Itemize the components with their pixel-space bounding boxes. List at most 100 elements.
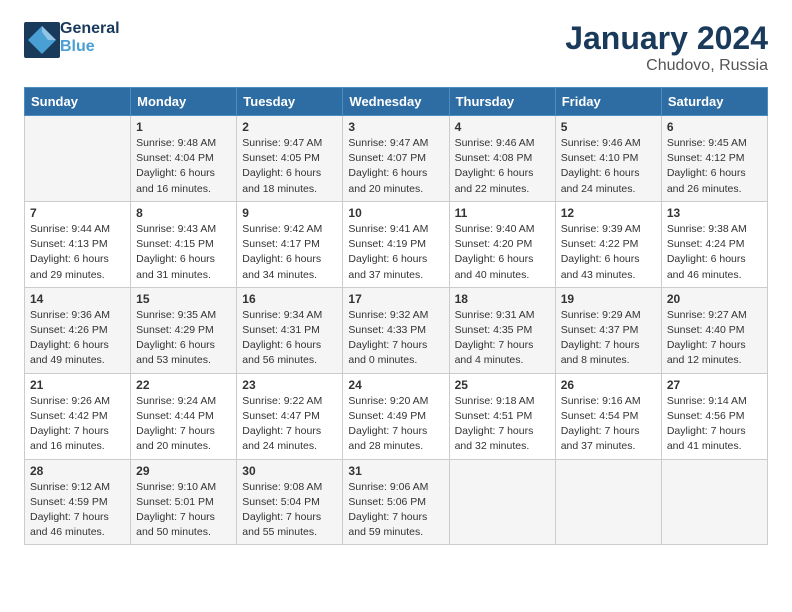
calendar-cell: 14Sunrise: 9:36 AMSunset: 4:26 PMDayligh… — [25, 287, 131, 373]
day-info: Sunrise: 9:18 AMSunset: 4:51 PMDaylight:… — [455, 394, 550, 455]
daylight-text: Daylight: 7 hours and 50 minutes. — [136, 511, 215, 538]
day-info: Sunrise: 9:26 AMSunset: 4:42 PMDaylight:… — [30, 394, 125, 455]
day-info: Sunrise: 9:10 AM Sunset: 5:01 PM Daylight:… — [136, 480, 231, 541]
sunrise-text: Sunrise: 9:48 AM — [136, 137, 216, 149]
day-info: Sunrise: 9:47 AMSunset: 4:07 PMDaylight:… — [348, 136, 443, 197]
day-info: Sunrise: 9:46 AMSunset: 4:10 PMDaylight:… — [561, 136, 656, 197]
daylight-text: Daylight: 6 hours and 22 minutes. — [455, 167, 534, 194]
calendar-cell: 1Sunrise: 9:48 AMSunset: 4:04 PMDaylight… — [131, 116, 237, 202]
sunrise-text: Sunrise: 9:22 AM — [242, 395, 322, 407]
sunrise-text: Sunrise: 9:39 AM — [561, 223, 641, 235]
day-info: Sunrise: 9:08 AMSunset: 5:04 PMDaylight:… — [242, 480, 337, 541]
day-info: Sunrise: 9:40 AMSunset: 4:20 PMDaylight:… — [455, 222, 550, 283]
calendar-cell: 10Sunrise: 9:41 AMSunset: 4:19 PMDayligh… — [343, 201, 449, 287]
col-friday: Friday — [555, 88, 661, 116]
sunrise-text: Sunrise: 9:32 AM — [348, 309, 428, 321]
calendar-table: Sunday Monday Tuesday Wednesday Thursday… — [24, 87, 768, 545]
sunrise-text: Sunrise: 9:41 AM — [348, 223, 428, 235]
sunset-text: Sunset: 4:15 PM — [136, 238, 214, 250]
sunrise-text: Sunrise: 9:46 AM — [455, 137, 535, 149]
day-number: 31 — [348, 464, 443, 478]
day-number: 28 — [30, 464, 125, 478]
sunset-text: Sunset: 4:40 PM — [667, 324, 745, 336]
day-info: Sunrise: 9:43 AMSunset: 4:15 PMDaylight:… — [136, 222, 231, 283]
day-number: 14 — [30, 292, 125, 306]
day-info: Sunrise: 9:35 AMSunset: 4:29 PMDaylight:… — [136, 308, 231, 369]
calendar-cell: 26 Sunrise: 9:16 AMSunset: 4:54 PMDayligh… — [555, 373, 661, 459]
col-thursday: Thursday — [449, 88, 555, 116]
day-info: Sunrise: 9:36 AMSunset: 4:26 PMDaylight:… — [30, 308, 125, 369]
sunset-text: Sunset: 4:10 PM — [561, 152, 639, 164]
calendar-cell: 24Sunrise: 9:20 AMSunset: 4:49 PMDayligh… — [343, 373, 449, 459]
sunrise-text: Sunrise: 9:35 AM — [136, 309, 216, 321]
day-number: 24 — [348, 378, 443, 392]
calendar-cell: 15Sunrise: 9:35 AMSunset: 4:29 PMDayligh… — [131, 287, 237, 373]
day-info: Sunrise: 9:06 AMSunset: 5:06 PMDaylight:… — [348, 480, 443, 541]
sunrise-text: Sunrise: 9:14 AM — [667, 395, 747, 407]
sunset-text: Sunset: 5:01 PM — [136, 496, 214, 508]
daylight-text: Daylight: 7 hours and 55 minutes. — [242, 511, 321, 538]
sunset-text: Sunset: 4:24 PM — [667, 238, 745, 250]
col-sunday: Sunday — [25, 88, 131, 116]
sunrise-text: Sunrise: 9:12 AM — [30, 481, 110, 493]
calendar-cell: 11Sunrise: 9:40 AMSunset: 4:20 PMDayligh… — [449, 201, 555, 287]
calendar-cell — [449, 459, 555, 545]
sunset-text: Sunset: 5:06 PM — [348, 496, 426, 508]
calendar-cell: 23Sunrise: 9:22 AMSunset: 4:47 PMDayligh… — [237, 373, 343, 459]
day-number: 23 — [242, 378, 337, 392]
daylight-text: Daylight: 7 hours and 24 minutes. — [242, 425, 321, 452]
logo: General Blue — [24, 20, 120, 55]
day-number: 19 — [561, 292, 656, 306]
sunrise-text: Sunrise: 9:44 AM — [30, 223, 110, 235]
day-info: Sunrise: 9:16 AMSunset: 4:54 PMDaylight:… — [561, 394, 656, 455]
day-number: 9 — [242, 206, 337, 220]
location: Chudovo, Russia — [565, 57, 768, 75]
day-number: 2 — [242, 120, 337, 134]
calendar-cell: 4Sunrise: 9:46 AMSunset: 4:08 PMDaylight… — [449, 116, 555, 202]
sunrise-text: Sunrise: 9:10 AM — [136, 481, 216, 493]
sunrise-text: Sunrise: 9:36 AM — [30, 309, 110, 321]
calendar-cell: 13Sunrise: 9:38 AMSunset: 4:24 PMDayligh… — [661, 201, 767, 287]
sunset-text: Sunset: 4:22 PM — [561, 238, 639, 250]
col-saturday: Saturday — [661, 88, 767, 116]
calendar-week-4: 21 Sunrise: 9:26 AMSunset: 4:42 PMDayligh… — [25, 373, 768, 459]
calendar-cell — [555, 459, 661, 545]
day-info: Sunrise: 9:45 AM Sunset: 4:12 PM Daylight:… — [667, 136, 762, 197]
logo-icon — [24, 22, 56, 54]
day-number: 27 — [667, 378, 762, 392]
daylight-text: Daylight: 6 hours and 26 minutes. — [667, 167, 746, 194]
sunrise-text: Sunrise: 9:08 AM — [242, 481, 322, 493]
sunset-text: Sunset: 4:17 PM — [242, 238, 320, 250]
sunset-text: Sunset: 4:44 PM — [136, 410, 214, 422]
sunset-text: Sunset: 4:20 PM — [455, 238, 533, 250]
sunrise-text: Sunrise: 9:45 AM — [667, 137, 747, 149]
calendar-cell: 22Sunrise: 9:24 AMSunset: 4:44 PMDayligh… — [131, 373, 237, 459]
sunset-text: Sunset: 4:12 PM — [667, 152, 745, 164]
col-monday: Monday — [131, 88, 237, 116]
sunrise-text: Sunrise: 9:47 AM — [348, 137, 428, 149]
daylight-text: Daylight: 6 hours and 46 minutes. — [667, 253, 746, 280]
sunrise-text: Sunrise: 9:46 AM — [561, 137, 641, 149]
day-number: 26 — [561, 378, 656, 392]
day-info: Sunrise: 9:27 AMSunset: 4:40 PMDaylight:… — [667, 308, 762, 369]
daylight-text: Daylight: 7 hours and 28 minutes. — [348, 425, 427, 452]
calendar-cell: 18Sunrise: 9:31 AMSunset: 4:35 PMDayligh… — [449, 287, 555, 373]
sunset-text: Sunset: 4:26 PM — [30, 324, 108, 336]
sunset-text: Sunset: 4:19 PM — [348, 238, 426, 250]
sunset-text: Sunset: 4:54 PM — [561, 410, 639, 422]
sunset-text: Sunset: 4:56 PM — [667, 410, 745, 422]
calendar-cell: 6Sunrise: 9:45 AMSunset: 4:12 PMDaylight… — [661, 116, 767, 202]
header-row: Sunday Monday Tuesday Wednesday Thursday… — [25, 88, 768, 116]
sunrise-text: Sunrise: 9:24 AM — [136, 395, 216, 407]
day-number: 21 — [30, 378, 125, 392]
daylight-text: Daylight: 6 hours and 29 minutes. — [30, 253, 109, 280]
sunset-text: Sunset: 4:13 PM — [30, 238, 108, 250]
calendar-cell: 27Sunrise: 9:14 AMSunset: 4:56 PMDayligh… — [661, 373, 767, 459]
sunset-text: Sunset: 4:59 PM — [30, 496, 108, 508]
calendar-cell: 31 Sunrise: 9:06 AMSunset: 5:06 PMDayligh… — [343, 459, 449, 545]
calendar-cell: 28Sunrise: 9:12 AMSunset: 4:59 PMDayligh… — [25, 459, 131, 545]
day-number: 1 — [136, 120, 231, 134]
daylight-text: Daylight: 7 hours and 32 minutes. — [455, 425, 534, 452]
day-info: Sunrise: 9:41 AMSunset: 4:19 PMDaylight:… — [348, 222, 443, 283]
sunset-text: Sunset: 4:37 PM — [561, 324, 639, 336]
